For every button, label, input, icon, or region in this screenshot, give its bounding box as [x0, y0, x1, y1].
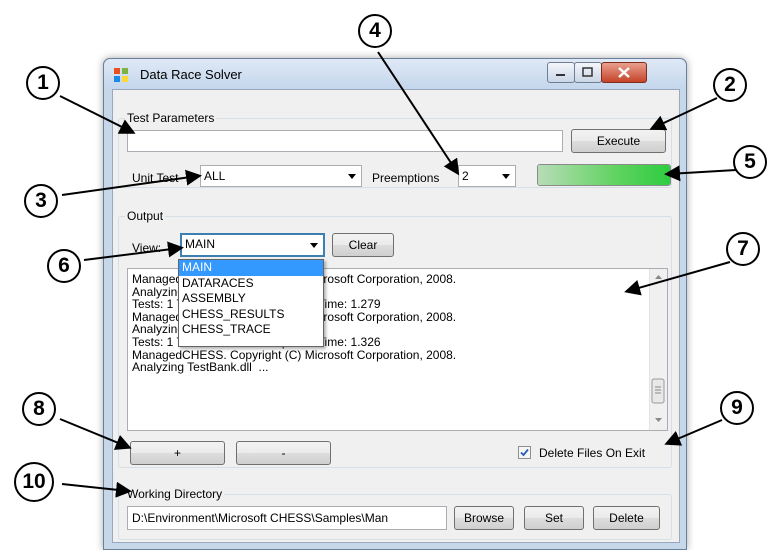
- callout-4: 4: [358, 14, 392, 48]
- callout-arrow-1: [59, 95, 136, 134]
- callout-1: 1: [26, 66, 60, 100]
- callout-9: 9: [720, 391, 754, 425]
- annotation-arrows: [59, 51, 737, 498]
- callout-6: 6: [47, 249, 81, 283]
- callout-arrow-10: [61, 481, 132, 498]
- callout-arrow-4: [377, 51, 460, 176]
- callout-10: 10: [14, 462, 54, 502]
- callout-arrow-8: [59, 418, 132, 450]
- callout-arrow-3: [61, 169, 202, 196]
- callout-2: 2: [713, 68, 747, 102]
- callout-7: 7: [726, 232, 760, 266]
- callout-arrow-2: [649, 97, 718, 131]
- callout-arrow-9: [664, 419, 723, 446]
- callout-5: 5: [733, 145, 767, 179]
- callout-arrow-7: [624, 261, 731, 296]
- callout-3: 3: [24, 184, 58, 218]
- callout-8: 8: [22, 392, 56, 426]
- callout-arrow-6: [83, 241, 184, 261]
- callout-arrow-5: [664, 165, 737, 182]
